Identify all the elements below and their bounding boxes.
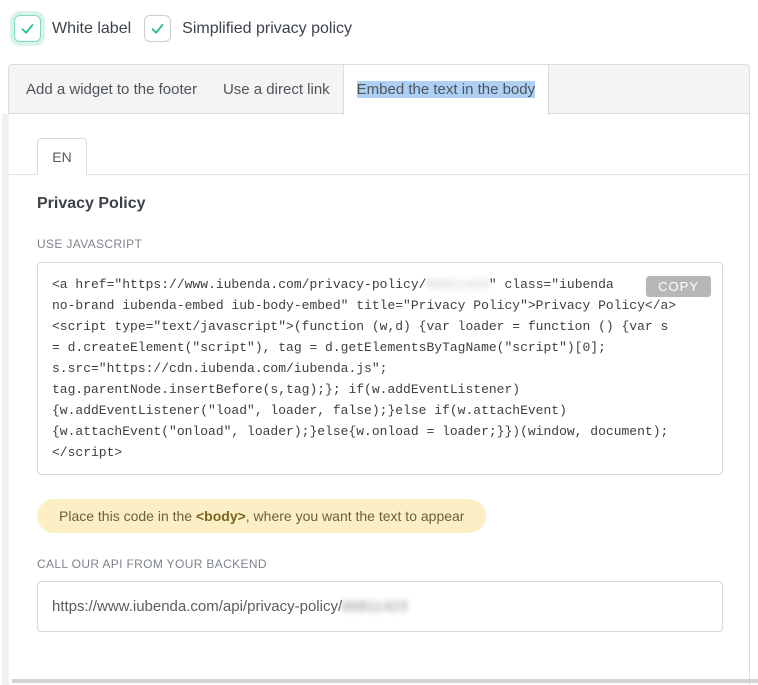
placement-notice: Place this code in the <body>, where you… (37, 499, 486, 533)
code-line: s.src="https://cdn.iubenda.com/iubenda.j… (52, 358, 708, 379)
copy-button[interactable]: COPY (646, 276, 711, 297)
code-line: tag.parentNode.insertBefore(s,tag);}; if… (52, 379, 708, 400)
tab-label-selected-text: Embed the text in the body (357, 81, 535, 98)
embed-method-tabbar: Add a widget to the footer Use a direct … (9, 65, 749, 114)
notice-text-before: Place this code in the (59, 508, 196, 524)
code-line: = d.createElement("script"), tag = d.get… (52, 337, 708, 358)
options-row: White label Simplified privacy policy (14, 15, 352, 42)
code-line: no-brand iubenda-embed iub-body-embed" t… (52, 295, 708, 316)
use-javascript-label: USE JAVASCRIPT (37, 237, 723, 251)
white-label-checkbox[interactable] (14, 15, 41, 42)
notice-body-tag: <body> (196, 508, 246, 524)
embed-panel: Add a widget to the footer Use a direct … (8, 64, 750, 685)
redacted-policy-id: 86811423 (426, 274, 488, 295)
notice-text-after: , where you want the text to appear (246, 508, 465, 524)
code-line: <script type="text/javascript">(function… (52, 316, 708, 337)
code-line1-suffix: " class="iubenda (489, 277, 614, 292)
code-line: </script> (52, 442, 708, 463)
code-line: {w.addEventListener("load", loader, fals… (52, 400, 708, 421)
call-api-label: CALL OUR API FROM YOUR BACKEND (37, 557, 723, 571)
simplified-privacy-policy-label: Simplified privacy policy (182, 20, 352, 38)
javascript-embed-code-field[interactable]: <a href="https://www.iubenda.com/privacy… (37, 262, 723, 475)
tab-language-en[interactable]: EN (37, 138, 87, 175)
tab-embed-text-body[interactable]: Embed the text in the body (343, 65, 549, 115)
simplified-privacy-policy-checkbox[interactable] (144, 15, 171, 42)
tab-label: Use a direct link (223, 81, 330, 98)
tab-add-widget-footer[interactable]: Add a widget to the footer (9, 65, 210, 113)
page-background-gutter (2, 114, 9, 685)
api-url-field[interactable]: https://www.iubenda.com/api/privacy-poli… (37, 581, 723, 632)
code-line1-prefix: <a href="https://www.iubenda.com/privacy… (52, 277, 426, 292)
api-url-prefix: https://www.iubenda.com/api/privacy-poli… (52, 598, 342, 615)
white-label-label: White label (52, 20, 131, 38)
page-title: Privacy Policy (37, 195, 723, 213)
page-bottom-edge (12, 679, 758, 683)
code-lines: no-brand iubenda-embed iub-body-embed" t… (52, 295, 708, 463)
language-tab-row: EN (9, 138, 749, 175)
tab-content: Privacy Policy USE JAVASCRIPT <a href="h… (9, 195, 749, 632)
tab-use-direct-link[interactable]: Use a direct link (210, 65, 343, 113)
tab-label: Add a widget to the footer (26, 81, 197, 98)
code-line: {w.attachEvent("onload", loader);}else{w… (52, 421, 708, 442)
checkmark-icon (149, 20, 166, 37)
redacted-api-id: 86811423 (342, 598, 408, 615)
code-line: <a href="https://www.iubenda.com/privacy… (52, 274, 708, 295)
checkmark-icon (19, 20, 36, 37)
